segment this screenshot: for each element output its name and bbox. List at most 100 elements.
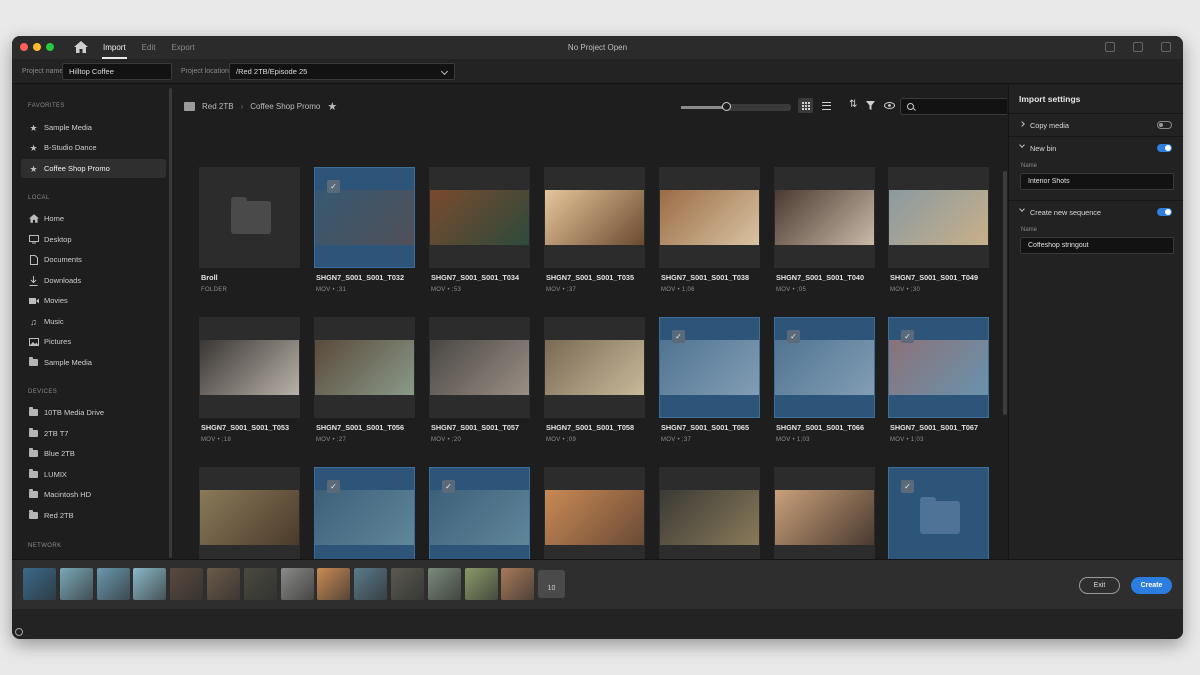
sidebar-item-lumix[interactable]: LUMIX: [21, 465, 166, 484]
sequence-name-input[interactable]: [1020, 237, 1174, 254]
copy-media-toggle[interactable]: [1157, 121, 1172, 129]
folder-thumbnail[interactable]: [199, 167, 300, 268]
clip-tile[interactable]: SHGN7_S001_S001_T053 MOV • ;18: [199, 317, 300, 453]
copy-media-row[interactable]: Copy media: [1009, 113, 1183, 135]
sidebar-item-blue-2tb[interactable]: Blue 2TB: [21, 444, 166, 463]
search-input[interactable]: [900, 98, 1007, 115]
checkbox-checked-icon[interactable]: ✓: [672, 330, 685, 343]
clip-tile[interactable]: SHGN7_S001_S001_T087MOV • ;34: [774, 467, 875, 559]
clip-thumbnail[interactable]: [544, 167, 645, 268]
checkbox-checked-icon[interactable]: ✓: [787, 330, 800, 343]
clip-thumbnail[interactable]: [314, 317, 415, 418]
clip-thumbnail[interactable]: ✓: [314, 467, 415, 559]
zoom-window-button[interactable]: [46, 43, 54, 51]
selected-clip-thumbnail[interactable]: [23, 568, 56, 600]
clip-tile[interactable]: SHGN7_S001_S001_T049 MOV • ;30: [888, 167, 989, 303]
sidebar-item-movies[interactable]: Movies: [21, 291, 166, 310]
chevron-right-icon[interactable]: [1019, 121, 1025, 127]
selected-clip-thumbnail[interactable]: [427, 568, 461, 600]
sidebar-item-coffee-shop-promo[interactable]: ★ Coffee Shop Promo: [21, 159, 166, 178]
clip-tile[interactable]: ✓ SHGN7_S001_S001_T065 MOV • ;37: [659, 317, 760, 453]
clip-tile[interactable]: SHGN7_S001_S001_T057 MOV • ;20: [429, 317, 530, 453]
chevron-down-icon[interactable]: [1019, 142, 1025, 148]
clip-tile[interactable]: SHGN7_S001_S001_T034 MOV • ;53: [429, 167, 530, 303]
clip-thumbnail[interactable]: [544, 317, 645, 418]
clip-thumbnail[interactable]: [429, 317, 530, 418]
thumbnail-size-slider[interactable]: [681, 102, 791, 111]
sidebar-scrollbar[interactable]: [169, 88, 172, 558]
sidebar-item-documents[interactable]: Documents: [21, 250, 166, 269]
clip-tile[interactable]: SHGN7_S001_S001_T035 MOV • ;37: [544, 167, 645, 303]
clip-thumbnail[interactable]: [429, 167, 530, 268]
selected-clip-thumbnail[interactable]: [464, 568, 498, 600]
clip-thumbnail[interactable]: [774, 467, 875, 559]
checkbox-checked-icon[interactable]: ✓: [327, 180, 340, 193]
share-icon[interactable]: [1133, 42, 1143, 52]
clip-thumbnail[interactable]: ✓: [429, 467, 530, 559]
project-location-select[interactable]: /Red 2TB/Episode 25: [229, 63, 455, 80]
sidebar-item-pictures[interactable]: Pictures: [21, 332, 166, 351]
sidebar-item-music[interactable]: ♫ Music: [21, 312, 166, 331]
checkbox-checked-icon[interactable]: ✓: [327, 480, 340, 493]
home-icon[interactable]: [74, 41, 88, 53]
sidebar-item-macintosh-hd[interactable]: Macintosh HD: [21, 485, 166, 504]
new-sequence-toggle[interactable]: [1157, 208, 1172, 216]
clip-tile[interactable]: SHGN7_S001_S001_T038 MOV • 1;06: [659, 167, 760, 303]
clip-tile[interactable]: SHGN7_S001_S001_T083MOV • ;15: [659, 467, 760, 559]
slider-handle[interactable]: [722, 102, 731, 111]
clip-tile[interactable]: SHGN7_S001_S001_T058 MOV • ;09: [544, 317, 645, 453]
selected-clip-thumbnail[interactable]: [317, 568, 351, 600]
favorite-star-icon[interactable]: ★: [327, 100, 337, 113]
sidebar-item-red-2tb[interactable]: Red 2TB: [21, 506, 166, 525]
close-window-button[interactable]: [20, 43, 28, 51]
sidebar-item-home[interactable]: Home: [21, 209, 166, 228]
selected-clip-thumbnail[interactable]: [391, 568, 424, 600]
clip-thumbnail[interactable]: [544, 467, 645, 559]
sort-icon[interactable]: ⇅: [849, 99, 857, 110]
breadcrumb-item-coffee-shop-promo[interactable]: Coffee Shop Promo: [250, 102, 320, 111]
exit-button[interactable]: Exit: [1079, 577, 1120, 594]
more-selected-count[interactable]: 10: [538, 570, 565, 598]
sidebar-item-2tb-t7[interactable]: 2TB T7: [21, 424, 166, 443]
panel-layout-icon[interactable]: [1105, 42, 1115, 52]
clip-thumbnail[interactable]: [888, 167, 989, 268]
clip-thumbnail[interactable]: ✓: [774, 317, 875, 418]
checkbox-checked-icon[interactable]: ✓: [901, 480, 914, 493]
sidebar-item-10tb-media-drive[interactable]: 10TB Media Drive: [21, 403, 166, 422]
clip-tile[interactable]: ✓ SHGN7_S001_S001_T066 MOV • 1;03: [774, 317, 875, 453]
selected-clip-thumbnail[interactable]: [354, 568, 388, 600]
checkbox-checked-icon[interactable]: ✓: [901, 330, 914, 343]
selected-clip-thumbnail[interactable]: [280, 568, 314, 600]
sidebar-item-sample-media[interactable]: Sample Media: [21, 353, 166, 372]
clip-thumbnail[interactable]: ✓: [888, 317, 989, 418]
clip-tile[interactable]: SHGN7_S001_S001_T040 MOV • ;05: [774, 167, 875, 303]
clip-thumbnail[interactable]: [199, 317, 300, 418]
eye-icon[interactable]: [884, 102, 895, 109]
selected-clip-thumbnail[interactable]: [501, 568, 535, 600]
new-bin-toggle[interactable]: [1157, 144, 1172, 152]
folder-tile[interactable]: ✓Z-OuttakesFOLDER: [888, 467, 989, 559]
clip-tile[interactable]: SHGN7_S001_S001_T078MOV • ;01: [544, 467, 645, 559]
breadcrumb-item-red-2tb[interactable]: Red 2TB: [202, 102, 234, 111]
project-name-input[interactable]: [62, 63, 172, 80]
selected-clip-thumbnail[interactable]: [207, 568, 240, 600]
sidebar-item-downloads[interactable]: Downloads: [21, 271, 166, 290]
fullscreen-icon[interactable]: [1161, 42, 1171, 52]
selected-clip-thumbnail[interactable]: [243, 568, 277, 600]
new-sequence-row[interactable]: Create new sequence: [1009, 200, 1183, 222]
selected-clip-thumbnail[interactable]: [59, 568, 93, 600]
list-view-button[interactable]: [819, 98, 834, 113]
clip-tile[interactable]: SHGN7_S001_S001_T069MOV • ;34: [199, 467, 300, 559]
create-button[interactable]: Create: [1131, 577, 1172, 594]
clip-thumbnail[interactable]: [199, 467, 300, 559]
chevron-down-icon[interactable]: [1019, 206, 1025, 212]
clip-tile[interactable]: ✓ SHGN7_S001_S001_T067 MOV • 1;03: [888, 317, 989, 453]
folder-tile[interactable]: Broll FOLDER: [199, 167, 300, 303]
clip-tile[interactable]: SHGN7_S001_S001_T056 MOV • ;27: [314, 317, 415, 453]
drive-icon[interactable]: [184, 102, 195, 111]
media-scrollbar[interactable]: [1003, 171, 1007, 415]
new-bin-row[interactable]: New bin: [1009, 136, 1183, 158]
tab-import[interactable]: Import: [102, 36, 127, 59]
checkbox-checked-icon[interactable]: ✓: [442, 480, 455, 493]
clip-thumbnail[interactable]: [659, 467, 760, 559]
